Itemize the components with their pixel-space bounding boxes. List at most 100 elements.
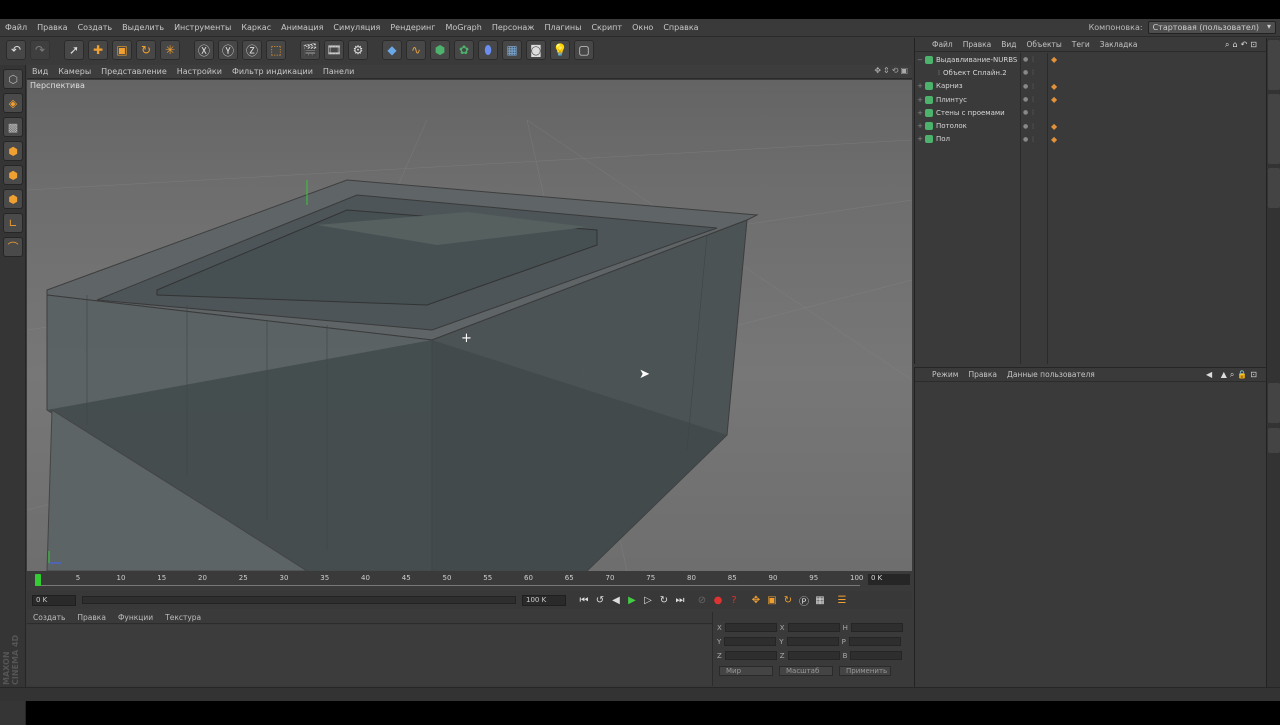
menu-mograph[interactable]: MoGraph <box>440 23 486 32</box>
vp-menu-options[interactable]: Настройки <box>172 67 227 76</box>
z-axis-icon[interactable]: Ⓩ <box>242 40 262 60</box>
obj-menu-objects[interactable]: Объекты <box>1022 40 1067 49</box>
material-tag-icon[interactable]: ◆ <box>1051 135 1057 144</box>
timeline-ruler[interactable]: 0510152025303540455055606570758085909510… <box>27 572 912 588</box>
camera-icon[interactable]: ◙ <box>526 40 546 60</box>
material-area[interactable] <box>27 625 712 685</box>
polygons-mode-icon[interactable]: ⬢ <box>3 189 23 209</box>
frame-ruler[interactable]: 0510152025303540455055606570758085909510… <box>35 574 863 586</box>
side-tab-attributes[interactable] <box>1268 383 1280 423</box>
menu-edit[interactable]: Правка <box>32 23 72 32</box>
texture-mode-icon[interactable]: ▩ <box>3 117 23 137</box>
nurbs-icon[interactable]: ⬢ <box>430 40 450 60</box>
side-tab-browser[interactable] <box>1268 94 1280 164</box>
pos-z-field[interactable] <box>724 651 777 660</box>
menu-simulation[interactable]: Симуляция <box>328 23 385 32</box>
layout-dropdown[interactable]: Стартовая (пользовател) <box>1147 21 1276 34</box>
object-mode-icon[interactable]: ◈ <box>3 93 23 113</box>
mat-menu-function[interactable]: Функции <box>112 613 159 622</box>
deformer-icon[interactable]: ⬮ <box>478 40 498 60</box>
select-icon[interactable]: ➚ <box>64 40 84 60</box>
render-icon[interactable]: 🎞 <box>324 40 344 60</box>
coord-icon[interactable]: ⬚ <box>266 40 286 60</box>
move-icon[interactable]: ✚ <box>88 40 108 60</box>
list-item[interactable]: + Стены с проемами ● ⋮ <box>915 106 1267 119</box>
vp-menu-cameras[interactable]: Камеры <box>53 67 96 76</box>
y-axis-icon[interactable]: Ⓨ <box>218 40 238 60</box>
obj-menu-tags[interactable]: Теги <box>1067 40 1095 49</box>
start-frame-field[interactable]: 0 K <box>32 594 76 606</box>
side-tab-layers[interactable] <box>1268 428 1280 453</box>
material-tag-icon[interactable]: ◆ <box>1051 95 1057 104</box>
menu-plugins[interactable]: Плагины <box>539 23 586 32</box>
pos-y-field[interactable] <box>724 637 777 646</box>
rot-h-field[interactable] <box>850 623 903 632</box>
attr-menu-edit[interactable]: Правка <box>963 370 1002 379</box>
menu-animation[interactable]: Анимация <box>276 23 328 32</box>
axis-mode-icon[interactable]: ∟ <box>3 213 23 233</box>
list-item[interactable]: + Потолок ● ⋮ ◆ <box>915 119 1267 132</box>
vp-menu-display[interactable]: Представление <box>96 67 172 76</box>
size-x-field[interactable] <box>787 623 840 632</box>
render-view-icon[interactable]: 🎬 <box>300 40 320 60</box>
add-icon[interactable]: ✳ <box>160 40 180 60</box>
spline-icon[interactable]: ∿ <box>406 40 426 60</box>
edges-mode-icon[interactable]: ⬢ <box>3 165 23 185</box>
vp-menu-filter[interactable]: Фильтр индикации <box>227 67 318 76</box>
rotate-icon[interactable]: ↻ <box>136 40 156 60</box>
menu-tools[interactable]: Инструменты <box>169 23 236 32</box>
mat-menu-create[interactable]: Создать <box>27 613 71 622</box>
snap-icon[interactable]: ⌒ <box>3 237 23 257</box>
prev-key-icon[interactable]: ↺ <box>592 592 608 608</box>
next-key-icon[interactable]: ↻ <box>656 592 672 608</box>
cube-icon[interactable]: ◆ <box>382 40 402 60</box>
side-tab-objects[interactable] <box>1268 40 1280 90</box>
obj-search-icons[interactable]: ⌕⌂↶⊡ <box>1225 40 1260 50</box>
key-position-icon[interactable]: ✥ <box>748 592 764 608</box>
menu-create[interactable]: Создать <box>73 23 118 32</box>
display-icon[interactable]: ▢ <box>574 40 594 60</box>
light-icon[interactable]: 💡 <box>550 40 570 60</box>
menu-window[interactable]: Окно <box>627 23 658 32</box>
menu-select[interactable]: Выделить <box>117 23 169 32</box>
go-start-icon[interactable]: ⏮ <box>576 592 592 608</box>
attr-menu-userdata[interactable]: Данные пользователя <box>1002 370 1100 379</box>
attr-nav-icons[interactable]: ◀ ▲⌕🔒⊡ <box>1206 370 1260 380</box>
scale-icon[interactable]: ▣ <box>112 40 132 60</box>
floor-icon[interactable]: ▦ <box>502 40 522 60</box>
obj-menu-view[interactable]: Вид <box>996 40 1021 49</box>
rot-p-field[interactable] <box>848 637 901 646</box>
array-icon[interactable]: ✿ <box>454 40 474 60</box>
key-rotation-icon[interactable]: ↻ <box>780 592 796 608</box>
menu-mesh[interactable]: Каркас <box>236 23 276 32</box>
obj-menu-edit[interactable]: Правка <box>958 40 997 49</box>
autokey-icon[interactable]: ● <box>710 592 726 608</box>
step-forward-icon[interactable]: ▷ <box>640 592 656 608</box>
list-item[interactable]: + Плинтус ● ⋮ ◆ <box>915 93 1267 106</box>
end-frame-field[interactable]: 100 K <box>522 594 566 606</box>
menu-file[interactable]: Файл <box>0 23 32 32</box>
redo-icon[interactable]: ↷ <box>30 40 50 60</box>
undo-icon[interactable]: ↶ <box>6 40 26 60</box>
material-tag-icon[interactable]: ◆ <box>1051 55 1057 64</box>
pos-x-field[interactable] <box>724 623 777 632</box>
preview-range-slider[interactable] <box>82 596 516 604</box>
record-icon[interactable]: ⊘ <box>694 592 710 608</box>
menu-render[interactable]: Рендеринг <box>385 23 440 32</box>
coord-scale-dropdown[interactable]: Масштаб <box>779 666 833 676</box>
size-y-field[interactable] <box>786 637 839 646</box>
viewport-nav-icons[interactable]: ✥⇕⟲▣ <box>874 66 910 75</box>
step-back-icon[interactable]: ◀ <box>608 592 624 608</box>
apply-button[interactable]: Применить <box>839 666 891 676</box>
go-end-icon[interactable]: ⏭ <box>672 592 688 608</box>
render-settings-icon[interactable]: ⚙ <box>348 40 368 60</box>
key-param-icon[interactable]: Ⓟ <box>796 592 812 608</box>
menu-character[interactable]: Персонаж <box>487 23 540 32</box>
mat-menu-edit[interactable]: Правка <box>71 613 112 622</box>
timeline-menu-icon[interactable]: ☰ <box>834 592 850 608</box>
attr-menu-mode[interactable]: Режим <box>927 370 963 379</box>
menu-script[interactable]: Скрипт <box>586 23 627 32</box>
vp-menu-view[interactable]: Вид <box>27 67 53 76</box>
side-tab-structure[interactable] <box>1268 168 1280 208</box>
points-mode-icon[interactable]: ⬢ <box>3 141 23 161</box>
